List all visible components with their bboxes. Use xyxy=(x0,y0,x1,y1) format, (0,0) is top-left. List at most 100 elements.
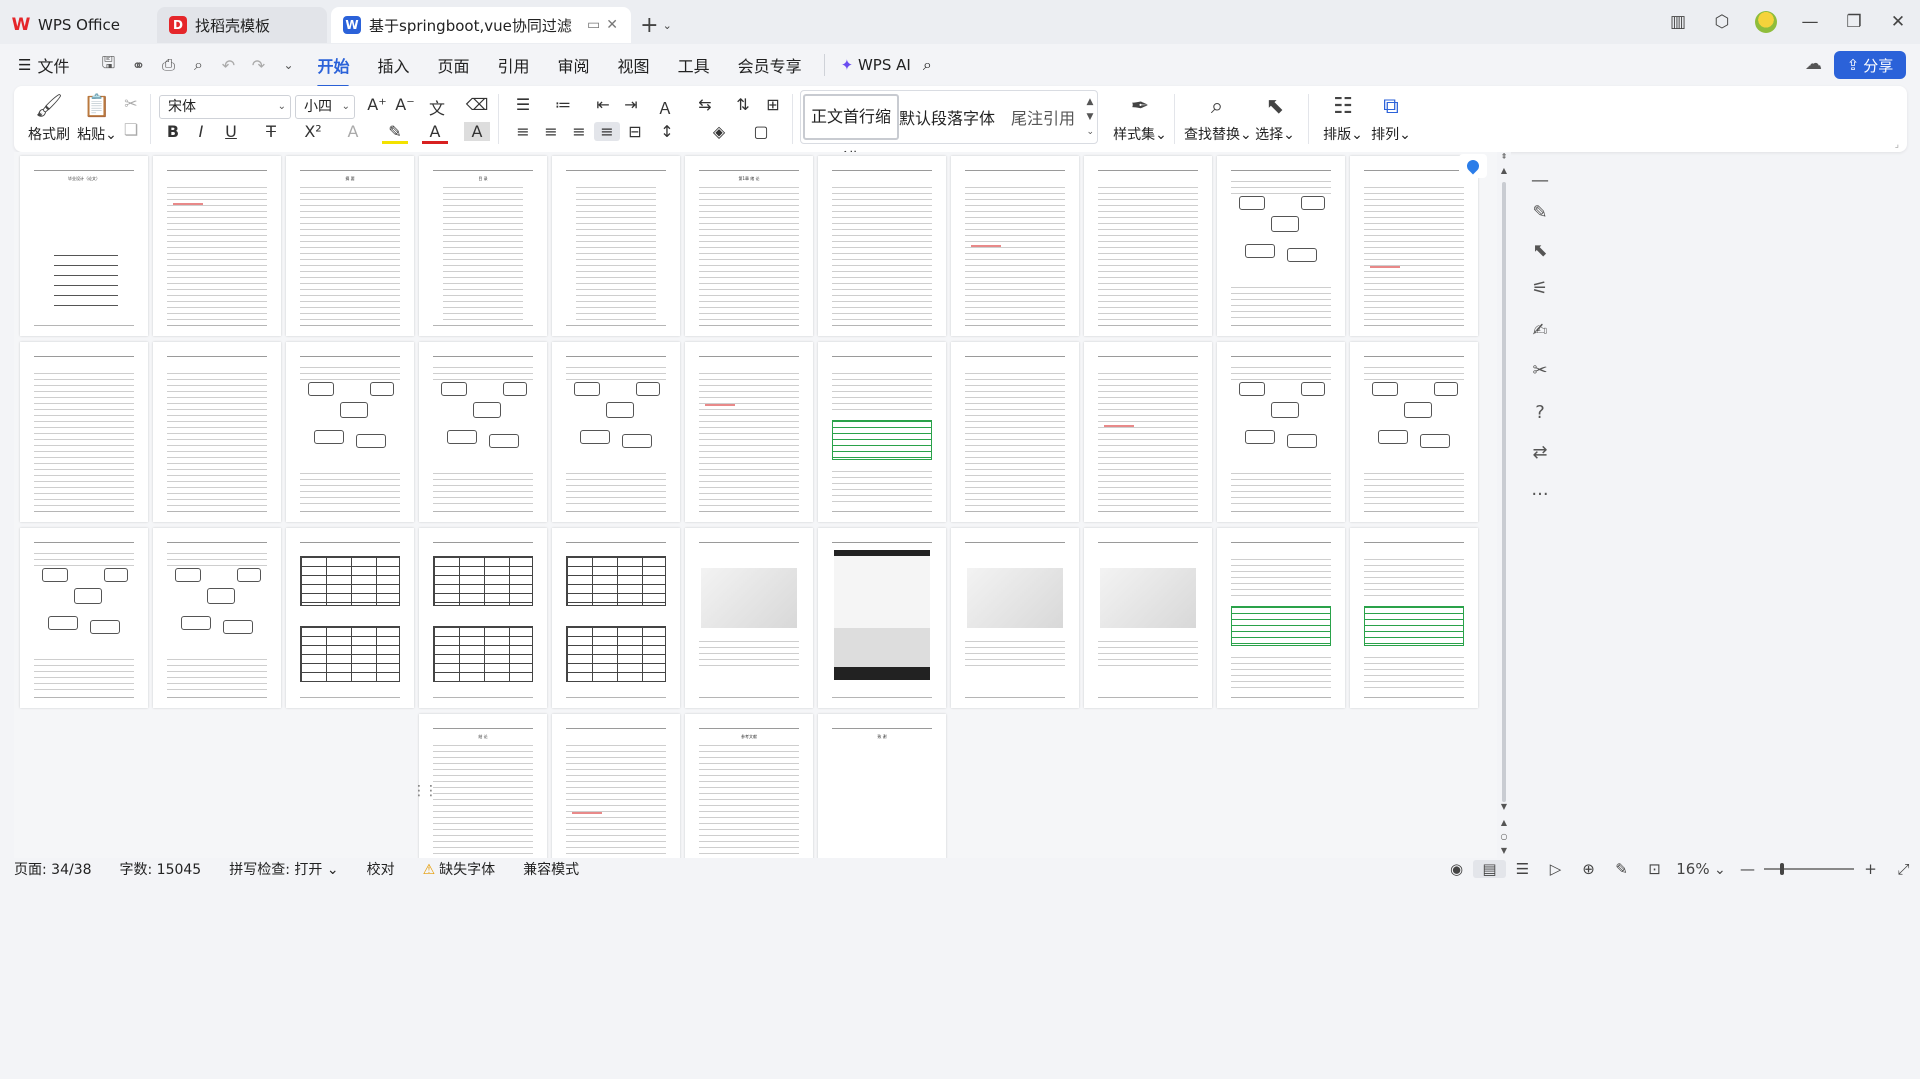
clear-format-icon[interactable]: ⌫ xyxy=(464,95,490,114)
vertical-scrollbar[interactable]: ⇞ ▲ ▼ ▲ ○ ▼ xyxy=(1497,152,1511,858)
shading-icon[interactable]: ◈ xyxy=(706,122,732,141)
eye-icon[interactable]: ◉ xyxy=(1440,860,1473,878)
copy-icon[interactable]: ❏ xyxy=(118,120,144,139)
font-size-select[interactable]: 小四 ⌄ xyxy=(295,95,355,119)
bullet-list-icon[interactable]: ☰ xyxy=(510,95,536,114)
cut-icon[interactable]: ✂ xyxy=(118,94,144,113)
strikethrough-icon[interactable]: T xyxy=(258,122,284,141)
play-icon[interactable]: ▷ xyxy=(1539,860,1572,878)
tab-template[interactable]: D 找稻壳模板 xyxy=(157,7,327,43)
zoom-out-icon[interactable]: — xyxy=(1731,860,1764,878)
phonetic-icon[interactable]: 文 xyxy=(424,95,450,119)
hamburger-icon[interactable]: ☰ xyxy=(18,56,31,74)
style-item[interactable]: 正文首行缩进 xyxy=(803,94,899,168)
select-button[interactable]: ⬉ 选择⌄ xyxy=(1248,92,1302,144)
scroll-up-icon[interactable]: ⇞ xyxy=(1497,152,1511,161)
justify-icon[interactable]: ≡ xyxy=(594,122,620,141)
layout-button[interactable]: ☷ 排版⌄ xyxy=(1316,92,1370,144)
page-thumbnail[interactable] xyxy=(818,528,946,708)
page-thumbnail[interactable] xyxy=(153,156,281,336)
page-thumbnail[interactable]: 第1章 绪 论 xyxy=(685,156,813,336)
border-icon[interactable]: ▢ xyxy=(748,122,774,141)
page-thumbnail[interactable]: 摘 要 xyxy=(286,156,414,336)
menu-reference[interactable]: 引用 xyxy=(484,53,544,77)
decrease-indent-icon[interactable]: ⇤ xyxy=(590,95,616,114)
page-thumbnail[interactable] xyxy=(1217,528,1345,708)
next-page-icon[interactable]: ▼ xyxy=(1497,846,1511,855)
font-color-icon[interactable]: A xyxy=(422,122,448,144)
page-thumbnail[interactable] xyxy=(951,156,1079,336)
page-thumbnail[interactable] xyxy=(286,528,414,708)
pen-mode-icon[interactable]: ✎ xyxy=(1605,860,1638,878)
more-icon[interactable]: ··· xyxy=(1520,484,1560,505)
page-thumbnail[interactable] xyxy=(1350,342,1478,522)
cursor-icon[interactable]: ⬉ xyxy=(1520,240,1560,261)
show-marks-icon[interactable]: ⊞ xyxy=(760,95,786,114)
menu-insert[interactable]: 插入 xyxy=(363,53,423,77)
location-pin-icon[interactable] xyxy=(1459,154,1487,178)
arrange-button[interactable]: ⧉ 排列⌄ xyxy=(1364,92,1418,144)
help-icon[interactable]: ? xyxy=(1520,402,1560,423)
char-shading-icon[interactable]: A xyxy=(464,122,490,141)
share-doc-icon[interactable]: ⇄ xyxy=(1520,442,1560,463)
page-thumbnail[interactable] xyxy=(818,156,946,336)
fullscreen-icon[interactable]: ⤢ xyxy=(1887,860,1920,878)
document-area[interactable]: 毕业设计（论文） 摘 要 目 录 第1章 绪 论结 论 参考文献 致 谢 xyxy=(14,152,1497,858)
minimize-icon[interactable]: — xyxy=(1788,12,1832,32)
scroll-down-arrow-icon[interactable]: ▼ xyxy=(1497,802,1511,811)
menu-home[interactable]: 开始 xyxy=(303,53,363,88)
style-item[interactable]: 默认段落字体 xyxy=(899,105,995,129)
page-thumbnail[interactable] xyxy=(20,528,148,708)
page-thumbnail[interactable] xyxy=(1084,342,1212,522)
page-thumbnail[interactable]: 毕业设计（论文） xyxy=(20,156,148,336)
menu-member[interactable]: 会员专享 xyxy=(724,53,816,77)
page-thumbnail[interactable] xyxy=(1350,156,1478,336)
ai-writing-icon[interactable]: ✍ xyxy=(1520,320,1560,341)
adjust-icon[interactable]: ⚟ xyxy=(1520,278,1560,299)
web-view-icon[interactable]: ⊕ xyxy=(1572,860,1605,878)
numbered-list-icon[interactable]: ≔ xyxy=(550,95,576,114)
page-thumbnail[interactable]: 结 论 xyxy=(419,714,547,858)
line-spacing-icon[interactable]: ↕ xyxy=(654,122,680,141)
page-thumbnail[interactable] xyxy=(1350,528,1478,708)
page-thumbnail[interactable] xyxy=(153,342,281,522)
menu-tools[interactable]: 工具 xyxy=(664,53,724,77)
text-direction-icon[interactable]: ⇆ xyxy=(692,95,718,114)
undo-icon[interactable]: ↶ xyxy=(213,56,243,75)
highlight-icon[interactable]: ✎ xyxy=(382,122,408,144)
menu-file[interactable]: 文件 xyxy=(31,53,83,77)
collapse-icon[interactable]: — xyxy=(1520,170,1560,191)
sort-icon[interactable]: ⇅ xyxy=(730,95,756,114)
page-thumbnail[interactable] xyxy=(818,342,946,522)
page-thumbnail[interactable] xyxy=(419,528,547,708)
page-view-icon[interactable]: ▤ xyxy=(1473,859,1506,878)
print-preview-icon[interactable]: ⌕ xyxy=(183,55,213,75)
page-thumbnail[interactable] xyxy=(1217,156,1345,336)
distribute-icon[interactable]: ⊟ xyxy=(622,122,648,141)
fit-page-icon[interactable]: ⊡ xyxy=(1638,860,1671,878)
close-icon[interactable]: ✕ xyxy=(1876,12,1920,32)
superscript-icon[interactable]: X² xyxy=(300,122,326,141)
bold-icon[interactable]: B xyxy=(160,122,186,141)
tab-restore-icon[interactable]: ▭ xyxy=(587,17,600,33)
page-thumbnail[interactable] xyxy=(1084,528,1212,708)
underline-icon[interactable]: U xyxy=(218,122,244,141)
proofread-button[interactable]: 校对 xyxy=(353,859,409,879)
page-thumbnail[interactable] xyxy=(1217,342,1345,522)
menu-view[interactable]: 视图 xyxy=(604,53,664,77)
chevron-down-icon[interactable]: ⌄ xyxy=(663,19,672,32)
paste-button[interactable]: 📋 粘贴⌄ xyxy=(70,92,124,144)
text-effect-icon[interactable]: A xyxy=(340,122,366,141)
page-thumbnail[interactable] xyxy=(552,528,680,708)
page-thumbnail[interactable] xyxy=(419,342,547,522)
zoom-slider[interactable] xyxy=(1764,862,1854,875)
cube-icon[interactable]: ⬡ xyxy=(1700,12,1744,32)
styles-scroll[interactable]: ▲ ▼ ⌄ xyxy=(1086,95,1094,140)
find-replace-button[interactable]: ⌕ 查找替换⌄ xyxy=(1184,92,1252,144)
menu-page[interactable]: 页面 xyxy=(424,53,484,77)
outline-view-icon[interactable]: ☰ xyxy=(1506,860,1539,878)
missing-font-button[interactable]: ⚠ 缺失字体 xyxy=(409,859,510,879)
page-thumbnail[interactable] xyxy=(153,528,281,708)
style-set-button[interactable]: ✒ 样式集⌄ xyxy=(1110,92,1170,144)
italic-icon[interactable]: I xyxy=(188,122,214,141)
